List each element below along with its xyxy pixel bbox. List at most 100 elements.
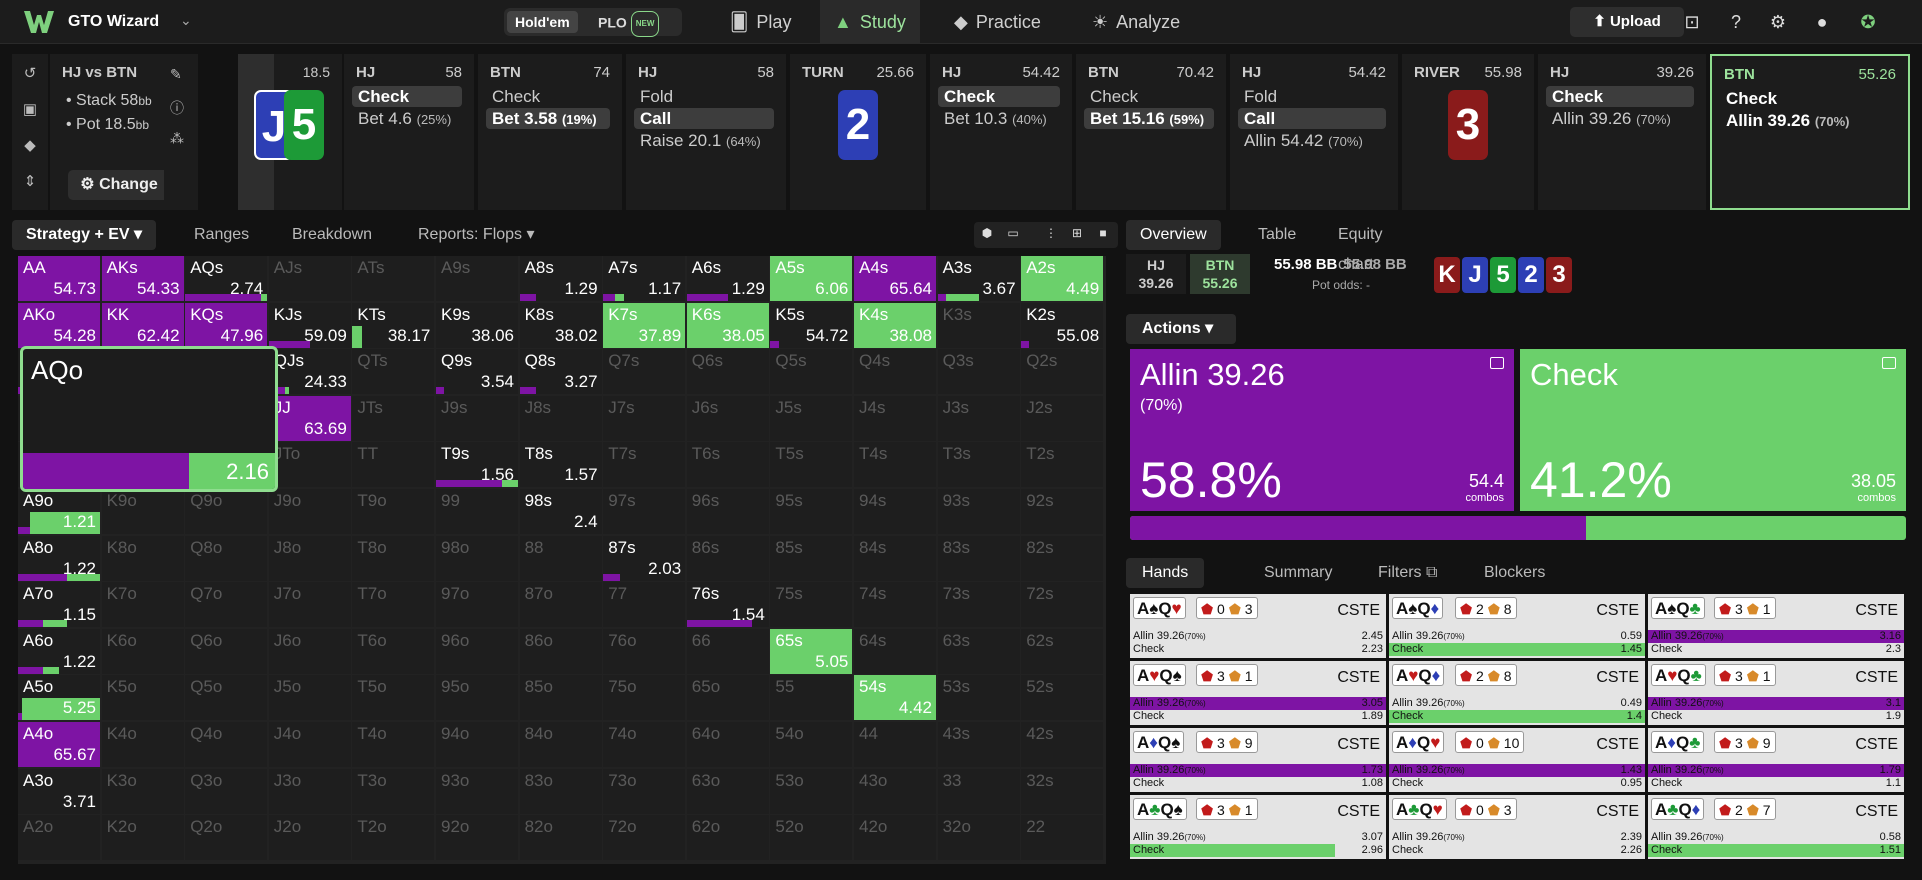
hand-cell[interactable]: 93s [937,489,1020,534]
hand-cell[interactable]: 72o [603,815,686,861]
combo-cell[interactable]: A♣Q♥ ⬟ 0 ⬟ 3 CSTE Allin 39.26(70%) 2.39 Check… [1389,795,1645,859]
node-action[interactable]: Bet 15.16 (59%) [1084,108,1214,129]
combo-cell[interactable]: A♥Q♣ ⬟ 3 ⬟ 1 CSTE Allin 39.26(70%) 3.1 Check 1… [1648,661,1904,725]
help-icon[interactable]: ? [1724,10,1748,34]
hand-cell[interactable]: 86o [519,628,602,674]
hand-cell[interactable]: 76s 1.54 [686,582,769,628]
path-node-6[interactable]: HJ 54.42 Fold Call Allin 54.42 (70%) [1230,54,1398,210]
combo-cell[interactable]: A♦Q♣ ⬟ 3 ⬟ 9 CSTE Allin 39.26(70%) 1.79 Check… [1648,728,1904,792]
hand-cell[interactable]: Q2s [1021,349,1104,395]
square-icon[interactable]: ■ [1094,226,1112,244]
info-icon[interactable]: ⓘ [170,98,184,118]
hand-cell[interactable]: 53o [770,768,853,814]
hand-cell[interactable]: Q9s 3.54 [436,349,518,395]
hand-cell[interactable]: A3s 3.67 [937,256,1020,301]
hand-cell[interactable]: J5o [268,675,351,721]
path-node-2[interactable]: HJ 58 Fold Call Raise 20.1 (64%) [626,54,786,210]
combo-cell[interactable]: A♥Q♦ ⬟ 2 ⬟ 8 CSTE Allin 39.26(70%) 0.49 Check… [1389,661,1645,725]
hand-cell[interactable]: J4o [268,722,351,767]
hand-cell[interactable]: ATs [352,256,435,301]
flop-node[interactable]: 18.5 J 5 [238,54,342,210]
reset-icon[interactable]: ↺ [20,64,40,84]
expand-icon[interactable]: ⇕ [20,172,40,192]
hand-cell[interactable]: AKs 54.33 [101,256,184,301]
path-node-8[interactable]: HJ 39.26 Check Allin 39.26 (70%) [1538,54,1706,210]
hand-cell[interactable]: 96s [686,489,769,534]
hand-cell[interactable]: J3o [268,768,351,814]
hand-cell[interactable]: Q5s [770,349,853,395]
tab-filters[interactable]: Filters ⧉ [1362,558,1453,588]
tab-breakdown[interactable]: Breakdown [278,220,386,250]
hand-cell[interactable]: K8o [101,535,184,581]
node-action[interactable]: Allin 54.42 (70%) [1238,130,1386,151]
hand-cell[interactable]: 88 [519,535,602,581]
gear-icon[interactable]: ⚙ [1766,10,1790,34]
hand-cell[interactable]: 44 [854,722,936,767]
nav-play[interactable]: 🂠 Play [716,0,805,44]
path-node-1[interactable]: BTN 74 Check Bet 3.58 (19%) [478,54,622,210]
hand-cell[interactable]: 92s [1021,489,1104,534]
hand-cell[interactable]: 98s 2.4 [519,489,602,534]
tab-reports[interactable]: Reports: Flops ▾ [404,220,549,250]
hand-cell[interactable]: T4s [854,442,936,488]
hand-cell[interactable]: 86s [686,535,769,581]
grid-icon[interactable]: ⊞ [1068,226,1086,244]
nav-practice[interactable]: ◆ Practice [940,0,1055,44]
hand-cell[interactable]: 74o [603,722,686,767]
hand-cell[interactable]: J5s [770,395,853,441]
hand-cell[interactable]: J2s [1021,395,1104,441]
tab-equity-chart[interactable]: Equity chart [1324,220,1426,273]
hand-cell[interactable]: 97s [603,489,686,534]
details-icon[interactable] [1882,357,1896,369]
hand-cell[interactable]: T6s [686,442,769,488]
hand-cell[interactable]: 83o [519,768,602,814]
hand-cell[interactable]: T9o [352,489,435,534]
hand-cell[interactable]: AQs 2.74 [185,256,268,301]
hand-cell[interactable]: K8s 38.02 [519,302,602,348]
hand-cell[interactable]: 62o [686,815,769,861]
node-action[interactable]: Allin 39.26 (70%) [1546,108,1694,129]
hand-cell[interactable]: 72s [1021,582,1104,628]
hand-cell[interactable]: T6o [352,628,435,674]
holdem-toggle[interactable]: Hold'em [507,11,578,33]
hand-cell[interactable]: K4o [101,722,184,767]
combo-cell[interactable]: A♦Q♥ ⬟ 0 ⬟ 10 CSTE Allin 39.26(70%) 1.43 Chec… [1389,728,1645,792]
hand-cell[interactable]: 94s [854,489,936,534]
hand-cell[interactable]: A7s 1.17 [603,256,686,301]
hand-cell[interactable]: 92o [436,815,518,861]
hand-cell[interactable]: 97o [436,582,518,628]
node-action[interactable]: Bet 3.58 (19%) [486,108,610,129]
hand-cell[interactable]: 87o [519,582,602,628]
tab-ranges[interactable]: Ranges [180,220,263,250]
hand-cell[interactable]: J4s [854,395,936,441]
hand-cell[interactable]: 93o [436,768,518,814]
hand-cell[interactable]: A3o 3.71 [18,768,100,814]
path-node-5[interactable]: BTN 70.42 Check Bet 15.16 (59%) [1076,54,1226,210]
node-action[interactable]: Fold [1238,86,1386,107]
hand-cell[interactable]: QJs 24.33 [268,349,351,395]
node-action[interactable]: Check [938,86,1060,107]
node-action[interactable]: Bet 10.3 (40%) [938,108,1060,129]
hand-cell[interactable]: Q9o [185,489,268,534]
hand-cell[interactable]: K7o [101,582,184,628]
hand-cell[interactable]: J6s [686,395,769,441]
hand-cell[interactable]: K7s 37.89 [603,302,686,348]
hand-cell[interactable]: 77 [603,582,686,628]
hand-cell[interactable]: 52o [770,815,853,861]
hand-cell[interactable]: Q5o [185,675,268,721]
hand-cell[interactable]: 43o [854,768,936,814]
hand-cell[interactable]: A7o 1.15 [18,582,100,628]
hand-cell[interactable]: A2o [18,815,100,861]
hand-cell[interactable]: 63s [937,628,1020,674]
path-node-7[interactable]: RIVER 55.98 3 [1402,54,1534,210]
hand-cell[interactable]: Q8o [185,535,268,581]
screenshot-icon[interactable]: ⊡ [1680,10,1704,34]
hand-cell[interactable]: T5o [352,675,435,721]
hand-cell[interactable]: J2o [268,815,351,861]
hand-cell[interactable]: 87s 2.03 [603,535,686,581]
hand-cell[interactable]: AKo 54.28 [18,302,100,348]
hand-cell[interactable]: J8s [519,395,602,441]
hand-cell[interactable]: T7o [352,582,435,628]
hand-cell[interactable]: 83s [937,535,1020,581]
hand-cell[interactable]: A2s 4.49 [1021,256,1104,301]
